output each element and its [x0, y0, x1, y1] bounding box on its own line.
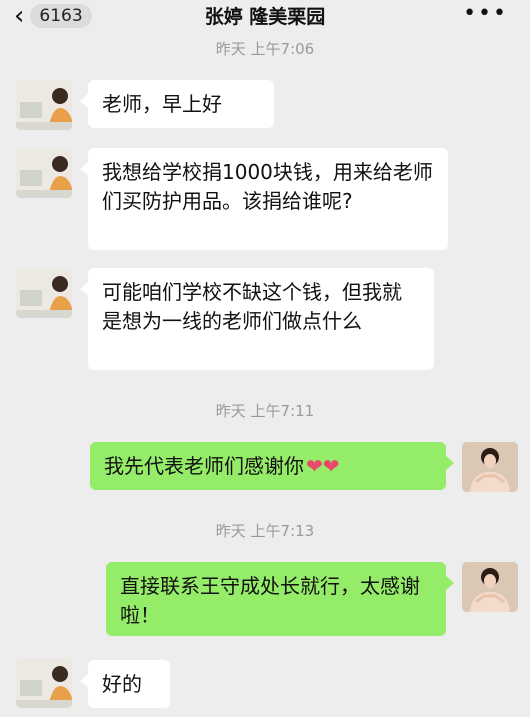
contact-avatar[interactable]: [16, 148, 72, 198]
heart-emoji-icon: ❤❤: [306, 454, 340, 478]
message-bubble-incoming[interactable]: 好的: [80, 660, 170, 708]
chat-title: 张婷 隆美栗园: [204, 6, 326, 28]
avatar-photo: [16, 268, 72, 318]
avatar-photo: [462, 562, 518, 612]
more-options-button[interactable]: •••: [463, 2, 508, 26]
contact-avatar[interactable]: [16, 80, 72, 130]
message-bubble-incoming[interactable]: 我想给学校捐1000块钱，用来给老师们买防护用品。该捐给谁呢?: [80, 148, 448, 250]
contact-avatar[interactable]: [16, 268, 72, 318]
avatar-photo: [16, 658, 72, 708]
timestamp: 昨天 上午7:06: [215, 40, 315, 58]
message-bubble-outgoing[interactable]: 直接联系王守成处长就行，太感谢啦！: [106, 562, 454, 636]
avatar-photo: [462, 442, 518, 492]
message-bubble-incoming[interactable]: 可能咱们学校不缺这个钱，但我就是想为一线的老师们做点什么: [80, 268, 434, 370]
ellipsis-icon: •••: [463, 1, 508, 26]
my-avatar[interactable]: [462, 442, 518, 492]
my-avatar[interactable]: [462, 562, 518, 612]
message-text: 我先代表老师们感谢你: [104, 454, 304, 478]
timestamp: 昨天 上午7:13: [215, 522, 315, 540]
timestamp: 昨天 上午7:11: [215, 402, 315, 420]
chat-header: ‹ 6163 张婷 隆美栗园 •••: [0, 0, 530, 34]
message-bubble-outgoing[interactable]: 我先代表老师们感谢你 ❤❤: [90, 442, 454, 490]
message-bubble-incoming[interactable]: 老师，早上好: [80, 80, 274, 128]
contact-avatar[interactable]: [16, 658, 72, 708]
avatar-photo: [16, 80, 72, 130]
avatar-photo: [16, 148, 72, 198]
